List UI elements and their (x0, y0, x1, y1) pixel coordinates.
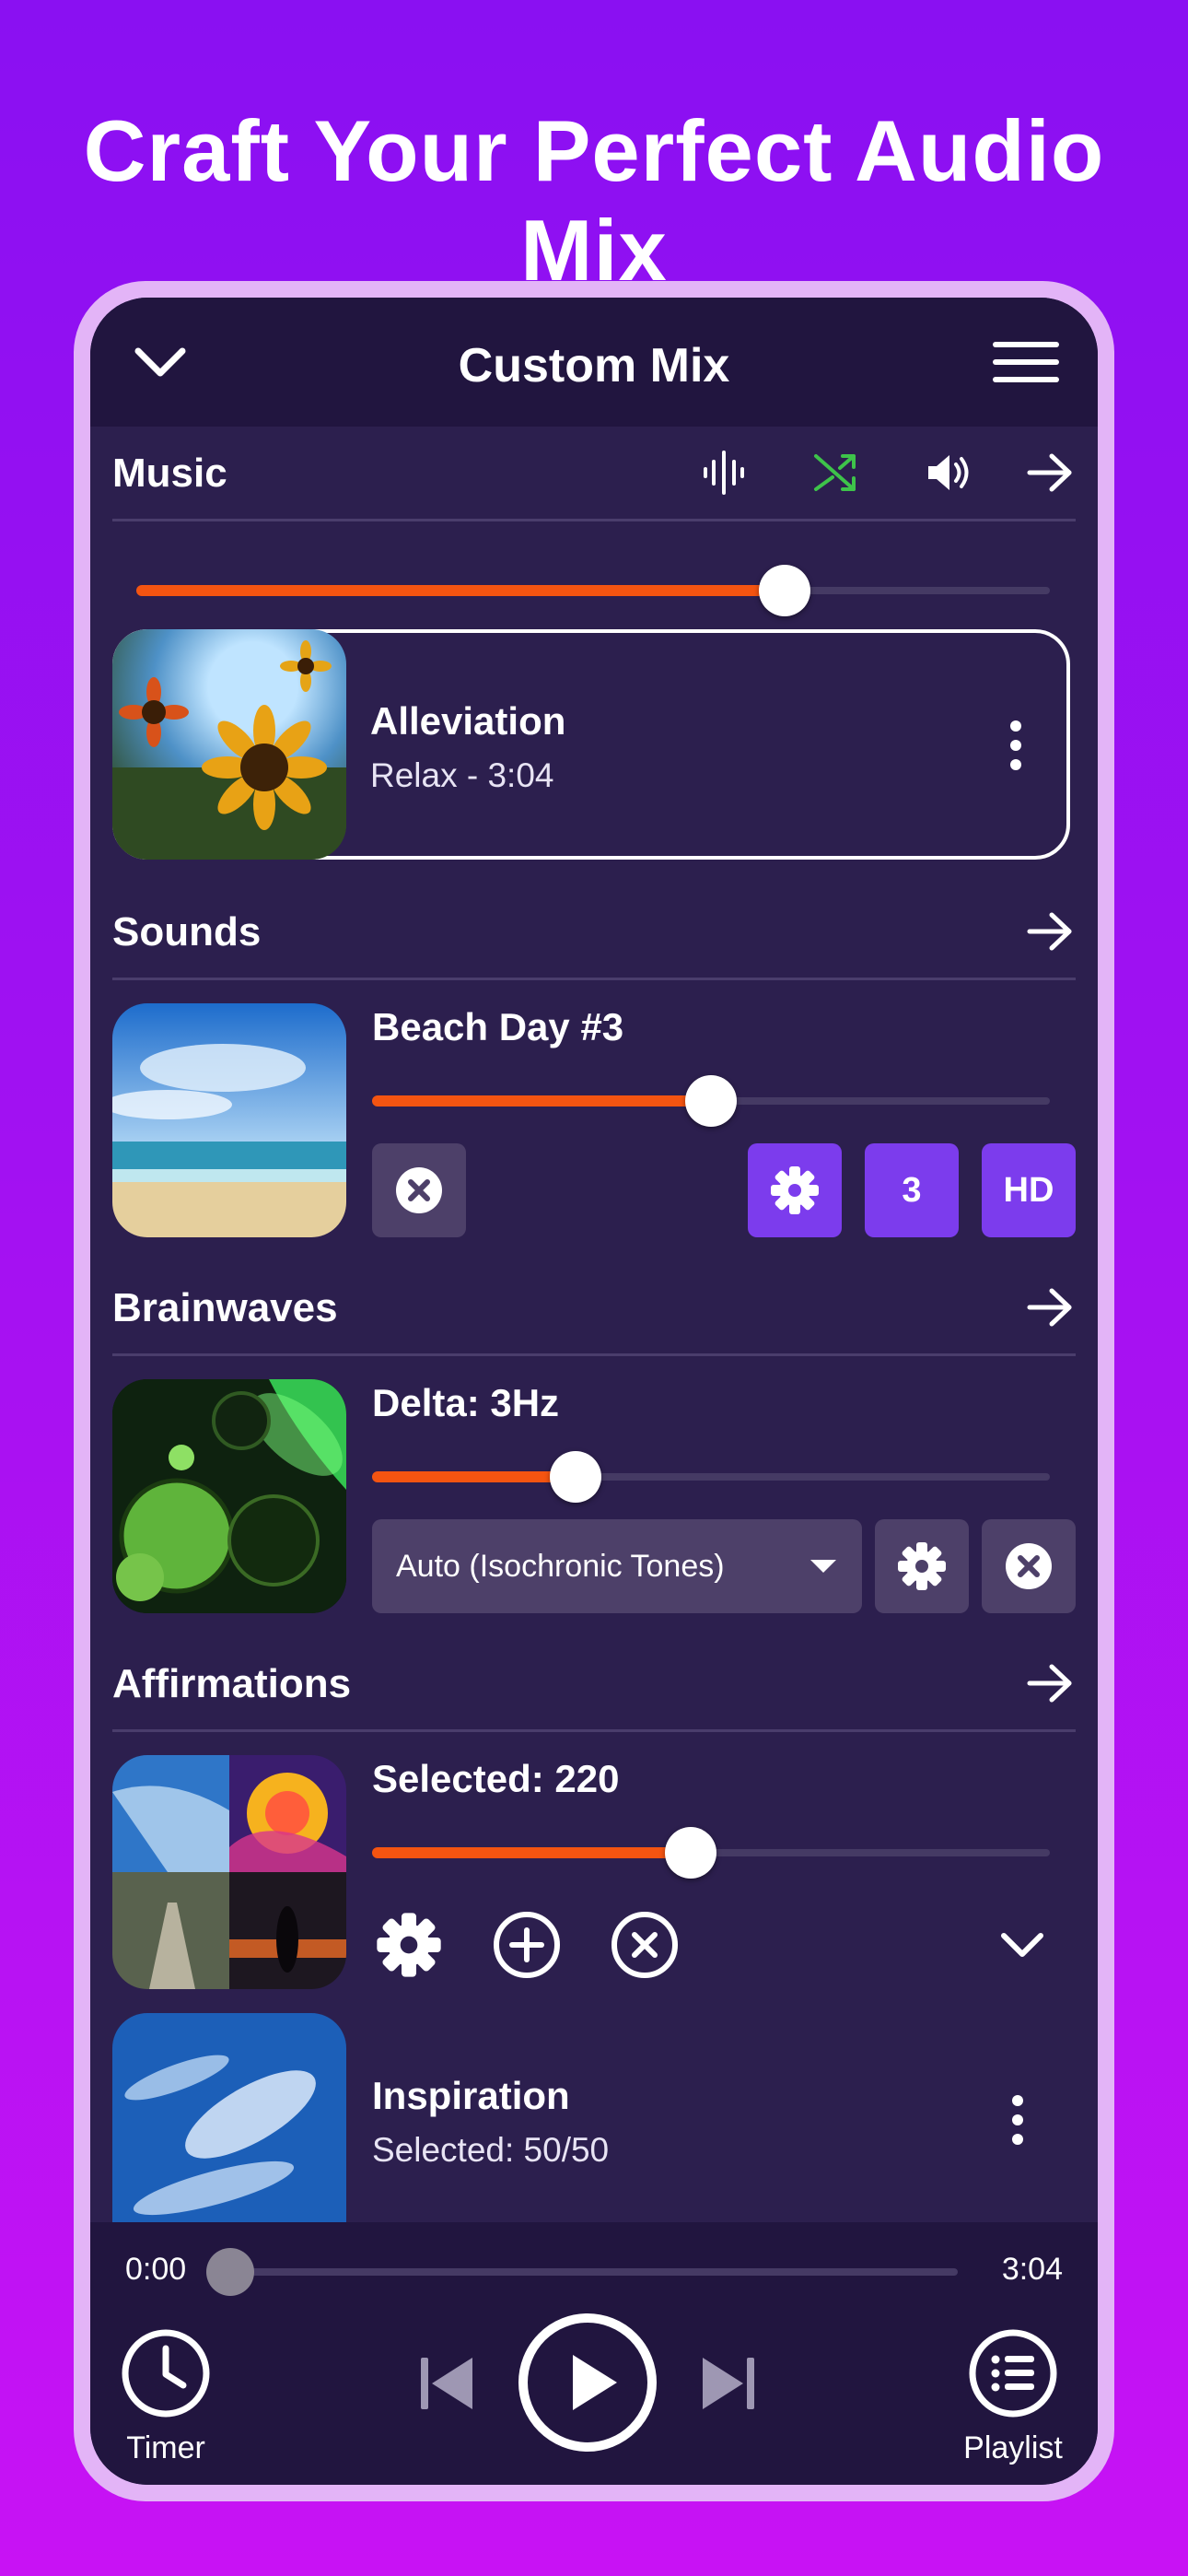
play-button[interactable] (516, 2311, 659, 2454)
brainwave-item-title: Delta: 3Hz (372, 1381, 560, 1424)
page-title: Custom Mix (458, 339, 730, 392)
expand-chevron-icon[interactable] (995, 1919, 1050, 1971)
more-options-icon[interactable] (1004, 2090, 1031, 2149)
affirmations-volume-slider[interactable] (372, 1827, 1050, 1879)
music-volume-slider[interactable] (136, 565, 1050, 616)
arrow-right-icon[interactable] (1024, 447, 1076, 498)
tone-mode-value: Auto (Isochronic Tones) (396, 1549, 725, 1584)
phone-frame: Custom Mix Music Alleviation Relax - 3:0… (74, 281, 1114, 2501)
next-track-icon[interactable] (696, 2351, 761, 2416)
slider-thumb[interactable] (759, 565, 811, 616)
close-circle-icon (1006, 1543, 1052, 1589)
music-track-title: Alleviation (370, 699, 566, 743)
affirmations-section-header: Affirmations (112, 1637, 1076, 1732)
volume-icon[interactable] (923, 447, 974, 498)
remove-circle-button[interactable] (608, 1908, 681, 1982)
timer-label: Timer (126, 2430, 205, 2465)
sounds-item-title: Beach Day #3 (372, 1005, 624, 1048)
slider-thumb[interactable] (549, 1451, 601, 1503)
elapsed-time: 0:00 (125, 2252, 187, 2287)
sound-count-button[interactable]: 3 (865, 1143, 959, 1237)
affirmations-settings-button[interactable] (372, 1908, 446, 1982)
slider-thumb[interactable] (664, 1827, 716, 1879)
affirmations-item-title: Selected: 220 (372, 1757, 620, 1800)
dropdown-caret-icon (810, 1560, 836, 1573)
sky-artwork (112, 2013, 346, 2234)
close-circle-outline-icon (611, 1912, 678, 1978)
hd-quality-button[interactable]: HD (982, 1143, 1076, 1237)
music-track-card[interactable]: Alleviation Relax - 3:04 (112, 629, 1070, 860)
arrow-right-icon[interactable] (1024, 1657, 1076, 1709)
inspiration-title: Inspiration (372, 2074, 570, 2117)
sounds-section-label: Sounds (112, 909, 262, 954)
sound-settings-button[interactable] (748, 1143, 842, 1237)
gear-icon (377, 1913, 441, 1977)
music-section-label: Music (112, 451, 227, 496)
inspiration-subtitle: Selected: 50/50 (372, 2131, 610, 2169)
previous-track-icon[interactable] (414, 2351, 479, 2416)
sounds-section-header: Sounds (112, 885, 1076, 980)
beach-artwork (112, 1003, 346, 1237)
shuffle-icon[interactable] (810, 447, 862, 498)
progress-thumb[interactable] (206, 2248, 254, 2296)
music-section-header: Music (112, 427, 1076, 521)
remove-button[interactable] (372, 1143, 466, 1237)
top-bar: Custom Mix (90, 298, 1098, 427)
playlist-label: Playlist (963, 2430, 1063, 2465)
arrow-right-icon[interactable] (1024, 906, 1076, 957)
menu-icon[interactable] (991, 334, 1061, 390)
brainwave-settings-button[interactable] (875, 1519, 969, 1613)
brainwave-remove-button[interactable] (982, 1519, 1076, 1613)
playlist-icon[interactable] (965, 2325, 1061, 2421)
player-bar: 0:00 3:04 Timer Playlist (90, 2222, 1098, 2485)
slider-thumb[interactable] (685, 1075, 737, 1127)
affirmations-collage-artwork (112, 1755, 346, 1989)
gear-icon (898, 1542, 946, 1590)
bubbles-artwork (112, 1379, 346, 1613)
waveform-icon[interactable] (698, 447, 750, 498)
close-circle-icon (396, 1167, 442, 1213)
sunflower-artwork (112, 629, 346, 860)
timer-icon[interactable] (118, 2325, 214, 2421)
progress-track[interactable] (206, 2248, 958, 2296)
brainwaves-section-header: Brainwaves (112, 1261, 1076, 1356)
affirmations-section-label: Affirmations (112, 1661, 352, 1706)
more-options-icon[interactable] (1002, 716, 1030, 775)
headline: Craft Your Perfect Audio Mix (83, 102, 1105, 299)
add-circle-button[interactable] (490, 1908, 564, 1982)
gear-icon (771, 1166, 819, 1214)
music-track-subtitle: Relax - 3:04 (370, 756, 554, 794)
app-screen: Custom Mix Music Alleviation Relax - 3:0… (90, 298, 1098, 2485)
sounds-volume-slider[interactable] (372, 1075, 1050, 1127)
arrow-right-icon[interactable] (1024, 1282, 1076, 1333)
play-icon (518, 2313, 657, 2452)
plus-circle-icon (494, 1912, 560, 1978)
brainwaves-section-label: Brainwaves (112, 1285, 338, 1330)
brainwave-volume-slider[interactable] (372, 1451, 1050, 1503)
tone-mode-dropdown[interactable]: Auto (Isochronic Tones) (372, 1519, 862, 1613)
total-duration: 3:04 (1001, 2252, 1063, 2287)
